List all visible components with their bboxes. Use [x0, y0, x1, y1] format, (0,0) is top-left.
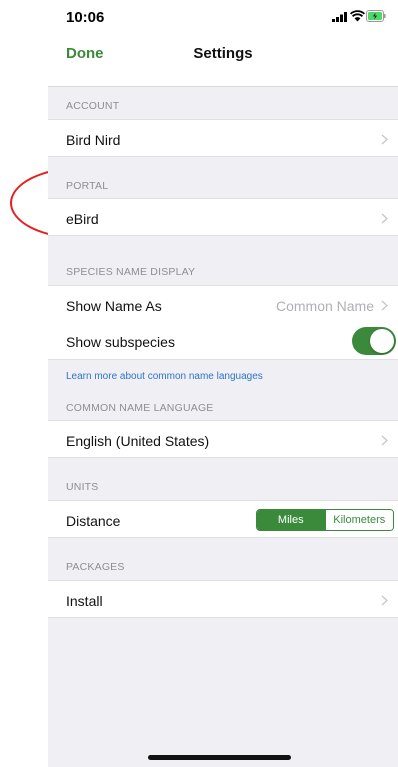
show-name-as-label: Show Name As: [66, 298, 162, 314]
section-header-packages: PACKAGES: [66, 561, 125, 573]
language-row[interactable]: English (United States): [48, 420, 398, 458]
distance-unit-selector: Miles Kilometers: [256, 509, 394, 531]
page-title: Settings: [193, 45, 253, 62]
section-header-units: UNITS: [66, 481, 99, 493]
portal-name: eBird: [66, 211, 99, 227]
chevron-right-icon: [381, 300, 388, 311]
section-header-species: SPECIES NAME DISPLAY: [66, 266, 196, 278]
language-value: English (United States): [66, 433, 210, 449]
install-label: Install: [66, 593, 103, 609]
learn-more-link[interactable]: Learn more about common name languages: [66, 371, 263, 382]
distance-label: Distance: [66, 513, 121, 529]
settings-screen: 10:06 Done Settings ACCOUNT Bird Nird PO…: [48, 0, 398, 767]
status-time: 10:06: [66, 9, 105, 26]
signal-icon: [332, 12, 347, 22]
install-row[interactable]: Install: [48, 580, 398, 618]
status-bar: 10:06: [48, 0, 398, 32]
show-subspecies-toggle[interactable]: [352, 327, 396, 355]
chevron-right-icon: [381, 213, 388, 224]
status-icons: [316, 10, 386, 24]
distance-row: Distance Miles Kilometers: [48, 500, 398, 538]
account-row[interactable]: Bird Nird: [48, 119, 398, 157]
navigation-bar: Done Settings: [48, 32, 398, 87]
show-subspecies-row: Show subspecies: [48, 322, 398, 360]
section-header-account: ACCOUNT: [66, 100, 120, 112]
chevron-right-icon: [381, 435, 388, 446]
show-name-as-value: Common Name: [275, 298, 374, 314]
battery-icon: [366, 10, 386, 22]
portal-row[interactable]: eBird: [48, 198, 398, 236]
section-header-portal: PORTAL: [66, 180, 109, 192]
chevron-right-icon: [381, 595, 388, 606]
section-header-language: COMMON NAME LANGUAGE: [66, 402, 214, 414]
account-name: Bird Nird: [66, 132, 121, 148]
toggle-knob: [370, 329, 394, 353]
unit-option-miles[interactable]: Miles: [257, 510, 325, 530]
show-subspecies-label: Show subspecies: [66, 334, 175, 350]
chevron-right-icon: [381, 134, 388, 145]
show-name-as-row[interactable]: Show Name As Common Name: [48, 285, 398, 323]
wifi-icon: [350, 10, 365, 22]
home-indicator[interactable]: [148, 755, 291, 760]
unit-option-kilometers[interactable]: Kilometers: [324, 510, 393, 530]
